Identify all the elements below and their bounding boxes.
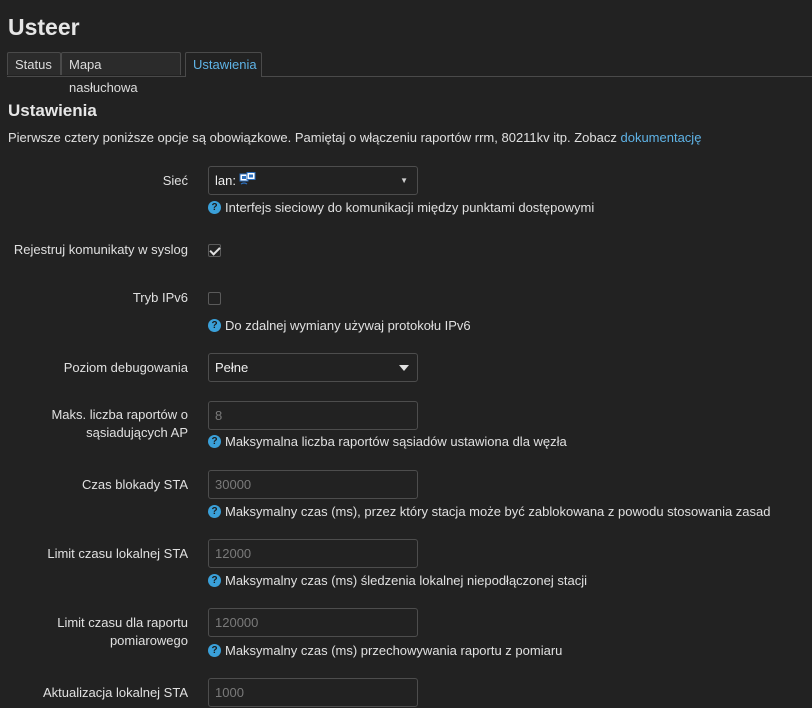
tab-settings[interactable]: Ustawienia (185, 52, 262, 77)
max-reports-help: ? Maksymalna liczba raportów sąsiadów us… (208, 434, 567, 449)
ipv6-checkbox[interactable] (208, 292, 221, 305)
tab-bar: Status Mapa nasłuchowa Ustawienia (7, 52, 812, 95)
debug-level-select[interactable]: Pełne (208, 353, 418, 382)
max-reports-input[interactable] (208, 401, 418, 430)
tab-listening-map[interactable]: Mapa nasłuchowa (61, 52, 181, 95)
network-label: Sieć (162, 173, 188, 188)
local-sta-timeout-input[interactable] (208, 539, 418, 568)
app-title: Usteer (8, 14, 80, 40)
sta-block-input[interactable] (208, 470, 418, 499)
syslog-label: Rejestruj komunikaty w syslog (13, 242, 188, 257)
network-value-text: lan: (215, 173, 236, 188)
sta-block-help-text: Maksymalny czas (ms), przez który stacja… (225, 504, 771, 519)
max-reports-label: Maks. liczba raportów o sąsiadujących AP (51, 407, 188, 440)
measurement-timeout-label: Limit czasu dla raportu pomiarowego (57, 615, 188, 648)
help-icon: ? (208, 435, 221, 448)
local-sta-timeout-label: Limit czasu lokalnej STA (47, 546, 188, 561)
local-sta-timeout-help: ? Maksymalny czas (ms) śledzenia lokalne… (208, 573, 587, 588)
ipv6-label: Tryb IPv6 (132, 290, 188, 305)
ipv6-help: ? Do zdalnej wymiany używaj protokołu IP… (208, 318, 471, 333)
documentation-link[interactable]: dokumentację (620, 130, 701, 145)
chevron-down-icon: ▼ (400, 176, 408, 185)
section-title: Ustawienia (8, 101, 97, 120)
measurement-timeout-input[interactable] (208, 608, 418, 637)
intro-text: Pierwsze cztery poniższe opcje są obowią… (8, 130, 701, 145)
debug-level-value: Pełne (215, 360, 249, 375)
network-help: ? Interfejs sieciowy do komunikacji międ… (208, 200, 594, 215)
syslog-checkbox[interactable] (208, 244, 221, 257)
help-icon: ? (208, 574, 221, 587)
network-select-value: lan: (215, 172, 400, 189)
help-icon: ? (208, 201, 221, 214)
help-icon: ? (208, 505, 221, 518)
sta-block-label: Czas blokady STA (82, 477, 188, 492)
intro-description: Pierwsze cztery poniższe opcje są obowią… (8, 130, 621, 145)
tab-status[interactable]: Status (7, 52, 61, 75)
local-sta-update-label: Aktualizacja lokalnej STA (43, 685, 188, 700)
network-help-text: Interfejs sieciowy do komunikacji między… (225, 200, 595, 215)
help-icon: ? (208, 319, 221, 332)
ipv6-help-text: Do zdalnej wymiany używaj protokołu IPv6 (225, 318, 471, 333)
local-sta-update-input[interactable] (208, 678, 418, 707)
debug-level-label: Poziom debugowania (63, 360, 188, 375)
network-select[interactable]: lan: ▼ (208, 166, 418, 195)
max-reports-help-text: Maksymalna liczba raportów sąsiadów usta… (225, 434, 567, 449)
help-icon: ? (208, 644, 221, 657)
chevron-down-icon (399, 364, 409, 371)
measurement-timeout-help-text: Maksymalny czas (ms) przechowywania rapo… (225, 643, 563, 658)
local-sta-timeout-help-text: Maksymalny czas (ms) śledzenia lokalnej … (225, 573, 587, 588)
measurement-timeout-help: ? Maksymalny czas (ms) przechowywania ra… (208, 643, 562, 658)
network-interface-icon (239, 172, 257, 189)
sta-block-help: ? Maksymalny czas (ms), przez który stac… (208, 504, 771, 519)
